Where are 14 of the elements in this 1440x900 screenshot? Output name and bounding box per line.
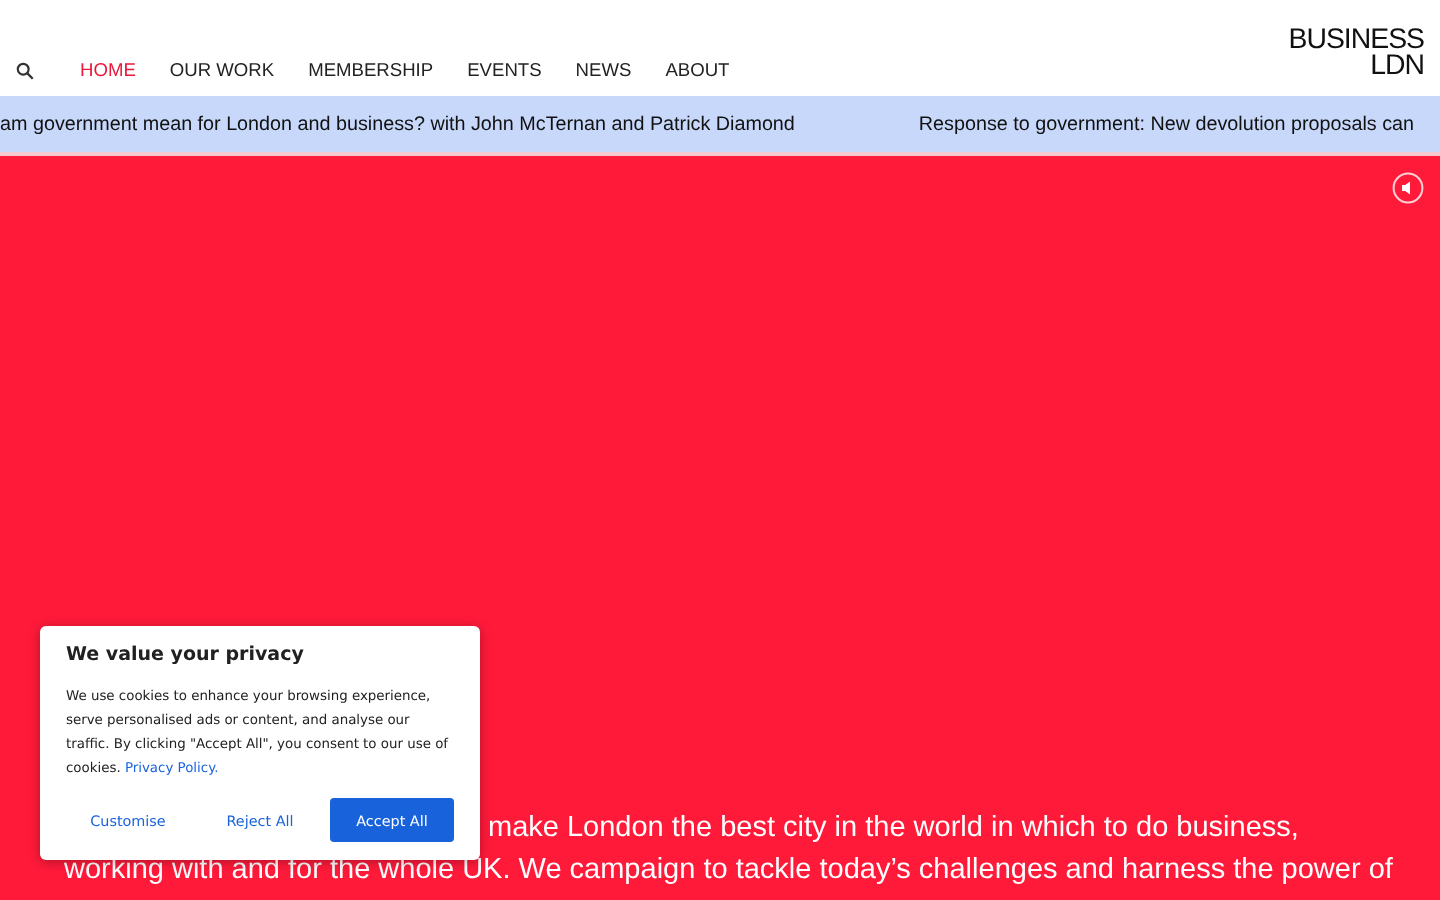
logo-text[interactable]: LDN [1370,54,1424,80]
search-icon[interactable] [16,61,34,79]
nav-link[interactable]: EVENTS [467,60,542,80]
nav-link[interactable]: MEMBERSHIP [308,60,434,80]
hero-text: make London the best city in the world in which to do business, [488,810,1299,848]
nav-link[interactable]: NEWS [575,60,632,80]
nav-link[interactable]: OUR WORK [169,60,275,80]
nav-link[interactable]: ABOUT [665,60,730,80]
logo-text[interactable]: BUSINESS [1288,28,1424,54]
nav-link[interactable]: HOME [80,60,136,80]
ticker-link[interactable]: am government mean for London and business? with John McTernan and Patrick Diamond [0,113,795,135]
ticker-link[interactable]: Response to government: New devolution proposals can [918,113,1414,135]
banner-title: We value your privacy [66,644,306,666]
speaker-icon[interactable] [1392,172,1424,204]
